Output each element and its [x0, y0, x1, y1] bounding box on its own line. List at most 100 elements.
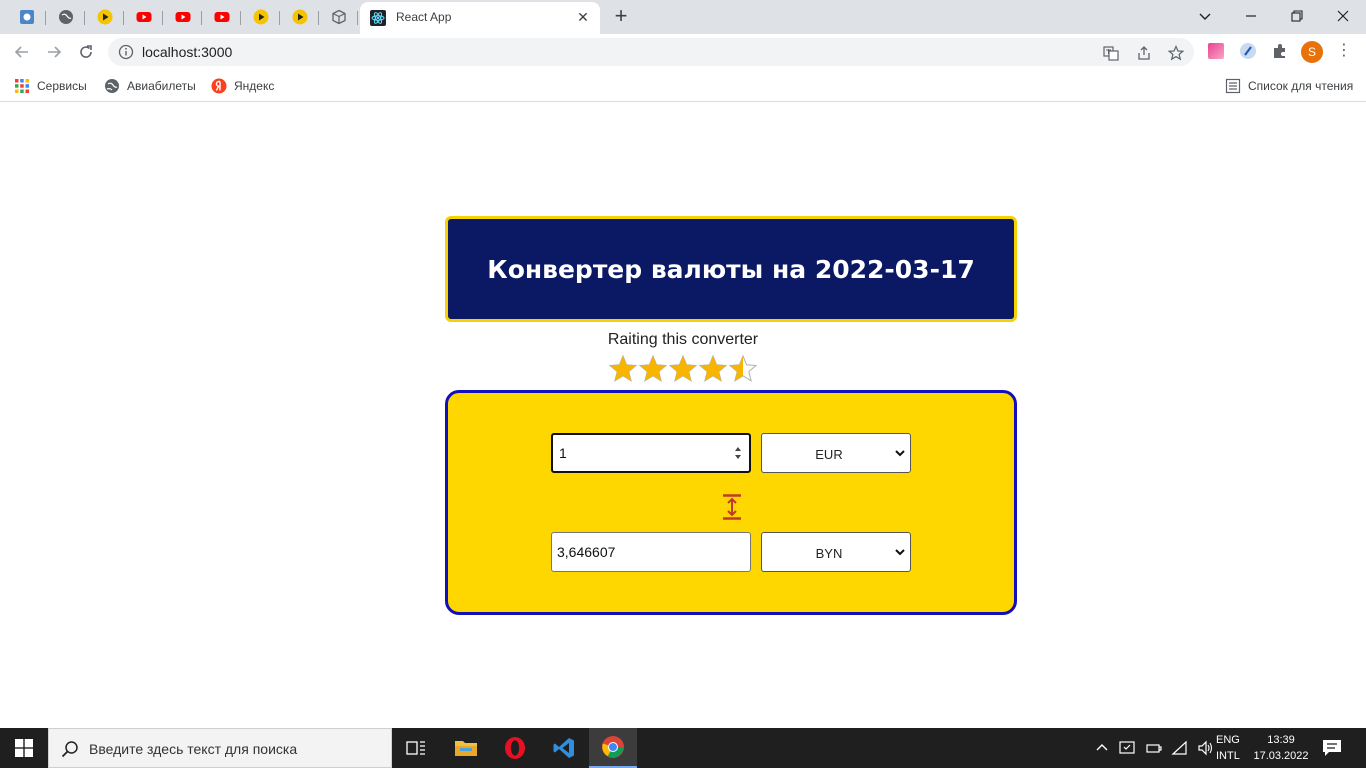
globe-icon: [59, 10, 73, 24]
reading-list-icon: [1225, 78, 1241, 94]
amount-value[interactable]: 1: [559, 445, 567, 461]
address-bar[interactable]: localhost:3000: [108, 38, 1194, 66]
amount-input[interactable]: 1: [551, 433, 751, 473]
taskbar-search[interactable]: Введите здесь текст для поиска: [48, 728, 392, 768]
bookmark-yandex[interactable]: Яндекс: [211, 76, 274, 96]
extension-gradient-icon[interactable]: [1207, 42, 1225, 60]
tab-react-app[interactable]: React App ✕: [360, 2, 600, 34]
to-currency-select[interactable]: BYN: [761, 532, 911, 572]
pinned-tab[interactable]: [47, 3, 85, 31]
profile-avatar[interactable]: S: [1301, 41, 1323, 63]
battery-plug-icon[interactable]: [1145, 740, 1163, 756]
to-currency-value: BYN: [815, 546, 843, 561]
star-full-icon[interactable]: [608, 354, 638, 384]
security-center-icon[interactable]: [1119, 740, 1137, 756]
pinned-tab[interactable]: [281, 3, 319, 31]
star-full-icon[interactable]: [668, 354, 698, 384]
tab-close-icon[interactable]: ✕: [574, 8, 592, 26]
chevron-down-icon: [895, 549, 905, 556]
number-spinner-icon[interactable]: [732, 443, 744, 463]
minimize-button[interactable]: [1228, 0, 1274, 32]
restore-button[interactable]: [1274, 0, 1320, 32]
converter-header: Конвертер валюты на 2022-03-17: [445, 216, 1017, 322]
vscode-button[interactable]: [540, 728, 588, 768]
back-button[interactable]: [10, 40, 34, 64]
extension-blue-icon[interactable]: [1239, 42, 1257, 60]
start-button[interactable]: [0, 728, 48, 768]
chevron-down-icon: [895, 450, 905, 457]
url-text[interactable]: localhost:3000: [142, 44, 232, 60]
pinned-tab[interactable]: [242, 3, 280, 31]
star-full-icon[interactable]: [698, 354, 728, 384]
chevron-up-icon[interactable]: [1095, 741, 1109, 755]
star-half-icon[interactable]: [728, 354, 758, 384]
result-value[interactable]: 3,646607: [557, 544, 615, 560]
pinned-tab[interactable]: [125, 3, 163, 31]
youtube-icon: [136, 12, 152, 22]
play-icon: [292, 9, 308, 25]
bookmark-services[interactable]: Сервисы: [14, 76, 87, 96]
star-full-icon[interactable]: [638, 354, 668, 384]
tab-search-chevron-icon[interactable]: [1182, 0, 1228, 32]
volume-icon[interactable]: [1197, 740, 1215, 756]
apps-grid-icon: [15, 79, 29, 93]
tab-separator: [240, 11, 241, 25]
site-info-icon[interactable]: [118, 44, 134, 60]
tab-separator: [123, 11, 124, 25]
windows-logo-icon: [15, 739, 33, 757]
tab-separator: [84, 11, 85, 25]
bookmark-star-icon[interactable]: [1167, 44, 1185, 62]
opera-button[interactable]: [491, 728, 539, 768]
chrome-button[interactable]: [589, 728, 637, 768]
from-currency-select[interactable]: EUR: [761, 433, 911, 473]
file-explorer-button[interactable]: [442, 728, 490, 768]
task-view-button[interactable]: [392, 728, 440, 768]
taskbar-clock[interactable]: 13:39 17.03.2022: [1251, 732, 1311, 764]
pinned-tab[interactable]: [203, 3, 241, 31]
cube-icon: [332, 9, 346, 25]
close-window-button[interactable]: [1320, 0, 1366, 32]
search-placeholder: Введите здесь текст для поиска: [89, 741, 298, 757]
vscode-icon: [553, 738, 574, 758]
lang-layout: INTL: [1216, 750, 1240, 762]
tab-separator: [357, 11, 358, 25]
reading-list[interactable]: Список для чтения: [1225, 76, 1353, 96]
input-language[interactable]: ENG INTL: [1216, 732, 1246, 764]
youtube-icon: [175, 12, 191, 22]
pinned-tab[interactable]: [320, 3, 358, 31]
task-view-icon: [406, 741, 425, 755]
opera-icon: [505, 737, 525, 759]
page-title: Конвертер валюты на 2022-03-17: [487, 254, 975, 284]
tab-separator: [318, 11, 319, 25]
forward-button[interactable]: [42, 40, 66, 64]
pinned-tab[interactable]: [164, 3, 202, 31]
browser-toolbar: localhost:3000 S ⋮: [0, 34, 1366, 70]
bookmark-label: Сервисы: [37, 79, 87, 93]
bookmark-flights[interactable]: Авиабилеты: [104, 76, 196, 96]
swap-direction-icon[interactable]: [721, 494, 743, 520]
pinned-tab[interactable]: [86, 3, 124, 31]
translate-icon[interactable]: [1102, 44, 1120, 62]
lang-code: ENG: [1216, 734, 1240, 746]
bookmark-label: Яндекс: [234, 79, 275, 93]
play-icon: [97, 9, 113, 25]
windows-taskbar: Введите здесь текст для поиска ENG INTL …: [0, 728, 1366, 768]
app-icon: [20, 10, 34, 24]
wifi-icon[interactable]: [1171, 740, 1189, 756]
notifications-icon[interactable]: [1320, 738, 1344, 758]
extensions-puzzle-icon[interactable]: [1271, 42, 1289, 60]
share-icon[interactable]: [1135, 44, 1153, 62]
reading-list-label: Список для чтения: [1248, 79, 1354, 93]
system-tray: [1095, 728, 1215, 768]
tab-title: React App: [396, 10, 452, 24]
result-input[interactable]: 3,646607: [551, 532, 751, 572]
tab-strip: React App ✕ +: [0, 0, 1366, 34]
file-explorer-icon: [455, 741, 477, 756]
new-tab-button[interactable]: +: [608, 5, 634, 29]
pinned-tab[interactable]: [8, 3, 46, 31]
chrome-icon: [602, 736, 624, 758]
reload-button[interactable]: [74, 40, 98, 64]
react-icon: [370, 10, 386, 26]
chrome-menu-icon[interactable]: ⋮: [1336, 42, 1352, 62]
rating-stars[interactable]: [608, 354, 758, 384]
